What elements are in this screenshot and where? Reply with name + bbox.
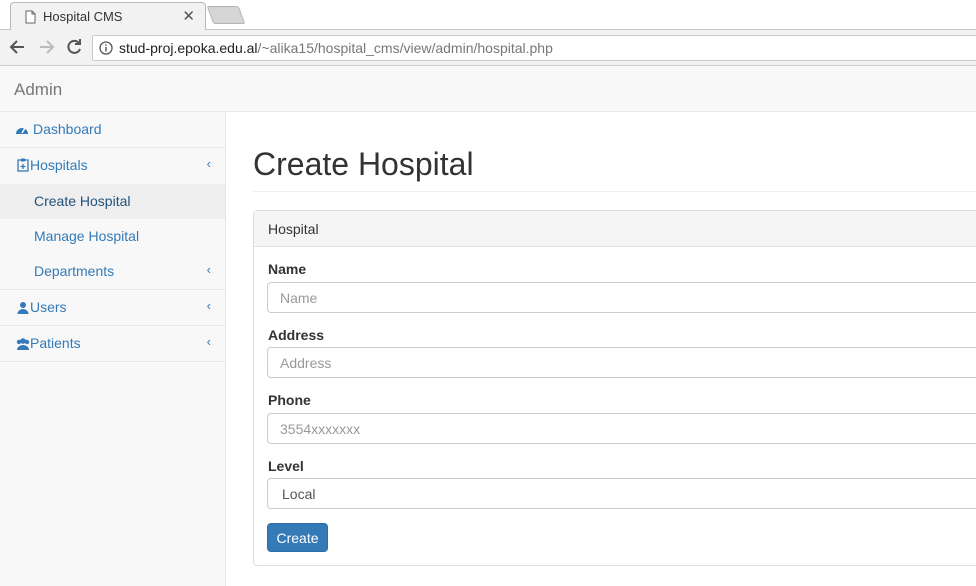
url-path: /~alika15/hospital_cms/view/admin/hospit… <box>257 40 553 56</box>
sidebar-subitem-manage-hospital[interactable]: Manage Hospital <box>0 219 225 254</box>
level-selected-value: Local <box>282 486 316 502</box>
level-label: Level <box>268 458 304 474</box>
new-tab-button[interactable] <box>206 6 246 24</box>
panel-heading: Hospital <box>254 211 976 247</box>
browser-tabstrip: Hospital CMS ✕ <box>0 0 976 30</box>
sidebar: Dashboard Hospitals ‹ Create Hospital Ma… <box>0 112 226 586</box>
sidebar-item-users[interactable]: Users ‹ <box>0 290 225 326</box>
hospitals-group: Hospitals ‹ Create Hospital Manage Hospi… <box>0 148 225 290</box>
address-label: Address <box>268 327 325 343</box>
hospital-form-panel: Hospital Name Address Phone Level Local … <box>253 210 976 566</box>
sidebar-item-label: Dashboard <box>33 121 102 137</box>
browser-tab[interactable]: Hospital CMS ✕ <box>10 2 206 30</box>
sidebar-subitem-create-hospital[interactable]: Create Hospital <box>0 184 225 219</box>
sidebar-subitem-label: Manage Hospital <box>34 228 140 244</box>
phone-input[interactable] <box>267 413 976 444</box>
page-title: Create Hospital <box>253 146 474 182</box>
url-host: stud-proj.epoka.edu.al <box>119 40 258 56</box>
address-bar[interactable]: stud-proj.epoka.edu.al/~alika15/hospital… <box>92 35 976 61</box>
document-icon <box>25 10 36 24</box>
phone-label: Phone <box>268 392 311 408</box>
chevron-left-icon: ‹ <box>206 156 211 171</box>
chevron-left-icon: ‹ <box>206 298 211 313</box>
dashboard-icon <box>16 127 28 134</box>
sidebar-item-label: Hospitals <box>30 157 88 173</box>
create-button[interactable]: Create <box>267 523 328 552</box>
users-icon <box>16 338 30 350</box>
sidebar-item-label: Users <box>30 299 67 315</box>
sidebar-item-patients[interactable]: Patients ‹ <box>0 326 225 362</box>
level-select[interactable]: Local <box>267 478 976 509</box>
forward-icon[interactable] <box>35 36 57 58</box>
main-content: Create Hospital Hospital Name Address Ph… <box>227 112 976 586</box>
panel-heading-text: Hospital <box>268 221 319 237</box>
back-icon[interactable] <box>7 36 29 58</box>
top-navbar: Admin <box>0 66 976 112</box>
close-tab-icon[interactable]: ✕ <box>182 7 195 25</box>
info-icon[interactable] <box>99 41 113 55</box>
sidebar-subitem-departments[interactable]: Departments ‹ <box>0 254 225 289</box>
user-icon <box>17 302 29 314</box>
url-text: stud-proj.epoka.edu.al/~alika15/hospital… <box>119 40 553 56</box>
address-input[interactable] <box>267 347 976 378</box>
sidebar-item-dashboard[interactable]: Dashboard <box>0 112 225 148</box>
sidebar-item-label: Patients <box>30 335 81 351</box>
sidebar-subitem-label: Departments <box>34 263 115 279</box>
chevron-left-icon: ‹ <box>206 262 211 277</box>
reload-icon[interactable] <box>63 36 85 58</box>
brand-link[interactable]: Admin <box>14 80 62 100</box>
browser-toolbar: stud-proj.epoka.edu.al/~alika15/hospital… <box>0 30 976 66</box>
hospital-icon <box>17 158 29 172</box>
sidebar-subitem-label: Create Hospital <box>34 193 131 209</box>
tab-title: Hospital CMS <box>43 9 123 24</box>
divider <box>253 191 976 192</box>
chevron-left-icon: ‹ <box>206 334 211 349</box>
name-input[interactable] <box>267 282 976 313</box>
name-label: Name <box>268 261 307 277</box>
sidebar-item-hospitals[interactable]: Hospitals ‹ <box>0 148 225 184</box>
